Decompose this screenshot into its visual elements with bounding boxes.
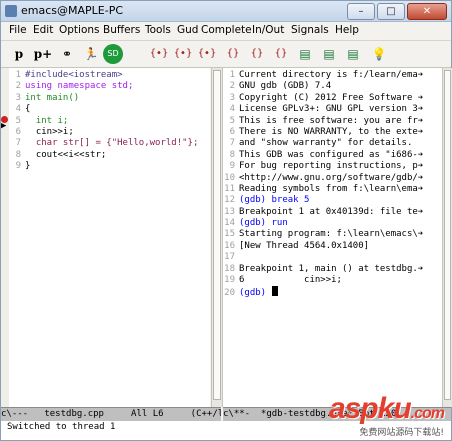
menu-edit[interactable]: Edit xyxy=(33,24,53,36)
gdb-scrollbar-thumb[interactable] xyxy=(444,70,451,400)
save-icon[interactable]: ▤ xyxy=(295,44,315,64)
gdb-line: 8 This GDB was configured as "i686-➔ xyxy=(229,149,424,160)
source-line: 1 #include<iostream> xyxy=(15,70,123,80)
gdb-line: 13 Breakpoint 1 at 0x40139d: file te➔ xyxy=(224,206,424,217)
source-line: 4{ xyxy=(15,104,31,115)
kill-icon[interactable]: ▤ xyxy=(343,44,363,64)
menu-bar: File Edit Options Buffers Tools Gud Comp… xyxy=(1,22,451,41)
tool-bar: p p+ ⚭ 🏃 SD {•} {•} {•} {} {} {} ▤ ▤ ▤ 💡 xyxy=(1,41,451,68)
window-title: emacs@MAPLE-PC xyxy=(21,4,124,17)
text-cursor xyxy=(271,286,278,297)
menu-signals[interactable]: Signals xyxy=(291,24,329,36)
gdb-prompt-line[interactable]: 20 (gdb) xyxy=(223,286,423,298)
finish-icon[interactable]: {} xyxy=(271,44,291,64)
menu-in-out[interactable]: In/Out xyxy=(252,24,284,36)
gdb-line: 4 License GPLv3+: GNU GPL version 3➔ xyxy=(229,104,424,115)
step-out-icon[interactable]: {•} xyxy=(197,44,217,64)
gdb-buffer[interactable]: 1 Current directory is f:/learn/ema➔ 2 GNU… xyxy=(223,68,442,407)
step-over-icon[interactable]: {•} xyxy=(173,44,193,64)
menu-help[interactable]: Help xyxy=(335,24,359,36)
print-icon[interactable]: p xyxy=(9,44,29,64)
watermark-subtitle: 免费网站源码下载站! xyxy=(359,428,444,438)
source-line: 3 int main() xyxy=(15,92,80,103)
gdb-line: 2 GNU gdb (GDB) 7.4 xyxy=(229,81,332,92)
menu-tools[interactable]: Tools xyxy=(145,24,171,36)
gdb-line: 17 xyxy=(224,252,235,263)
up-stack-icon[interactable]: {} xyxy=(223,44,243,64)
gdb-line: 15 Starting program: f:\learn\emacs\➔ xyxy=(224,229,424,240)
minimize-button[interactable]: – xyxy=(347,3,375,20)
gdb-line: 14 (gdb) run xyxy=(224,218,288,229)
info-icon[interactable]: 💡 xyxy=(369,44,389,64)
gdb-line: 10 <http://www.gnu.org/software/gdb/➔ xyxy=(224,172,424,183)
aspku-watermark-logo: aspku.com xyxy=(328,392,445,425)
source-scrollbar[interactable] xyxy=(211,68,223,407)
source-line-current: 6 cin>>i; xyxy=(15,126,74,137)
down-stack-icon[interactable]: {} xyxy=(247,44,267,64)
stop-icon[interactable]: SD xyxy=(103,44,123,64)
gdb-scrollbar[interactable] xyxy=(442,68,452,407)
gdb-line: 1 Current directory is f:/learn/ema➔ xyxy=(229,70,424,80)
menu-buffers[interactable]: Buffers xyxy=(103,24,140,36)
gdb-line: 19 6 cin>>i; xyxy=(224,275,342,286)
gdb-line: 3 Copyright (C) 2012 Free Software ➔ xyxy=(229,92,424,103)
source-line: 5 int i; xyxy=(15,115,69,126)
gdb-line: 16 [New Thread 4564.0x1400] xyxy=(224,240,370,251)
menu-complete[interactable]: Complete xyxy=(201,24,252,36)
save-all-icon[interactable]: ▤ xyxy=(319,44,339,64)
source-line: 9} xyxy=(15,161,31,172)
source-scrollbar-thumb[interactable] xyxy=(213,70,221,400)
step-into-icon[interactable]: {•} xyxy=(149,44,169,64)
gdb-line: 11 Reading symbols from f:\learn\ema➔ xyxy=(224,183,424,194)
emacs-window: emacs@MAPLE-PC – □ ✕ File Edit Options B… xyxy=(0,0,452,441)
source-mode-line[interactable]: c\--- testdbg.cpp All L6 (C++/l xyxy=(1,407,221,421)
current-line-arrow-icon: ▶ xyxy=(1,121,7,131)
title-bar[interactable]: emacs@MAPLE-PC – □ ✕ xyxy=(1,1,451,22)
window-controls: – □ ✕ xyxy=(347,3,447,20)
gdb-line: 6 There is NO WARRANTY, to the exte➔ xyxy=(229,126,424,137)
source-line: 2 using namespace std; xyxy=(15,81,134,92)
menu-file[interactable]: File xyxy=(9,24,27,36)
source-line: 8 cout<<i<<str; xyxy=(15,149,107,160)
source-line: 7 char str[] = {"Hello,world!"}; xyxy=(15,138,199,149)
source-buffer[interactable]: ▶ 1 #include<iostream> 2 using namespace s… xyxy=(1,68,210,407)
gdb-line: 9 For bug reporting instructions, p➔ xyxy=(229,161,424,172)
run-icon[interactable]: 🏃 xyxy=(81,44,101,64)
menu-options[interactable]: Options xyxy=(59,24,100,36)
watch-icon[interactable]: ⚭ xyxy=(57,44,77,64)
gdb-line: 7 and "show warranty" for details. xyxy=(229,138,413,149)
emacs-app-icon xyxy=(5,5,17,17)
gdb-line: 18 Breakpoint 1, main () at testdbg.➔ xyxy=(224,263,424,274)
print-deref-icon[interactable]: p+ xyxy=(33,44,53,64)
close-button[interactable]: ✕ xyxy=(407,3,447,20)
menu-gud[interactable]: Gud xyxy=(177,24,198,36)
maximize-button[interactable]: □ xyxy=(377,3,405,20)
gdb-line: 12 (gdb) break 5 xyxy=(224,195,310,206)
gdb-line: 5 This is free software: you are fr➔ xyxy=(229,115,424,126)
